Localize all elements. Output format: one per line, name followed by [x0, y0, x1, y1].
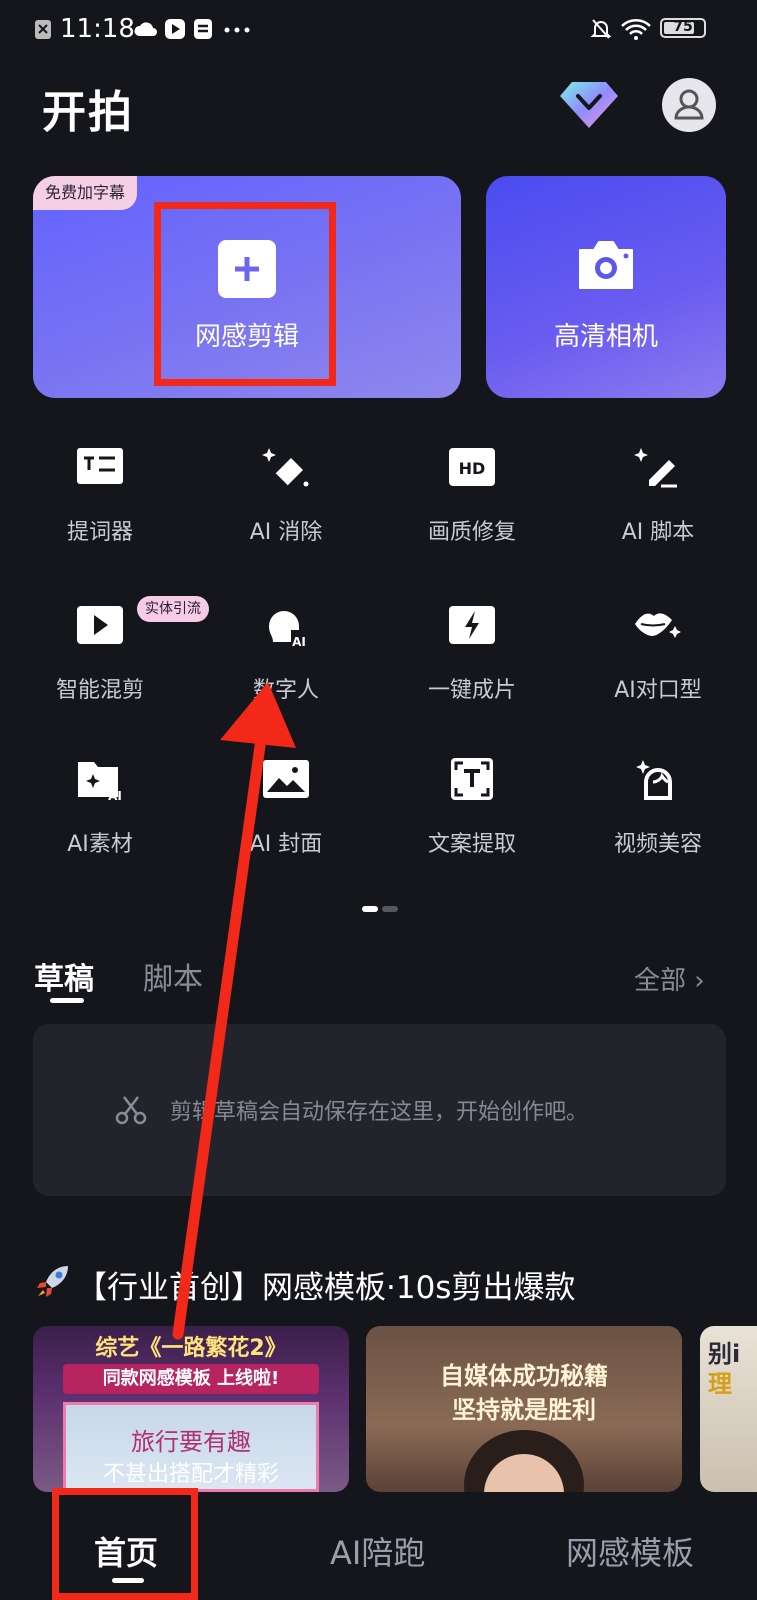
annotation-arrow — [172, 682, 296, 1340]
